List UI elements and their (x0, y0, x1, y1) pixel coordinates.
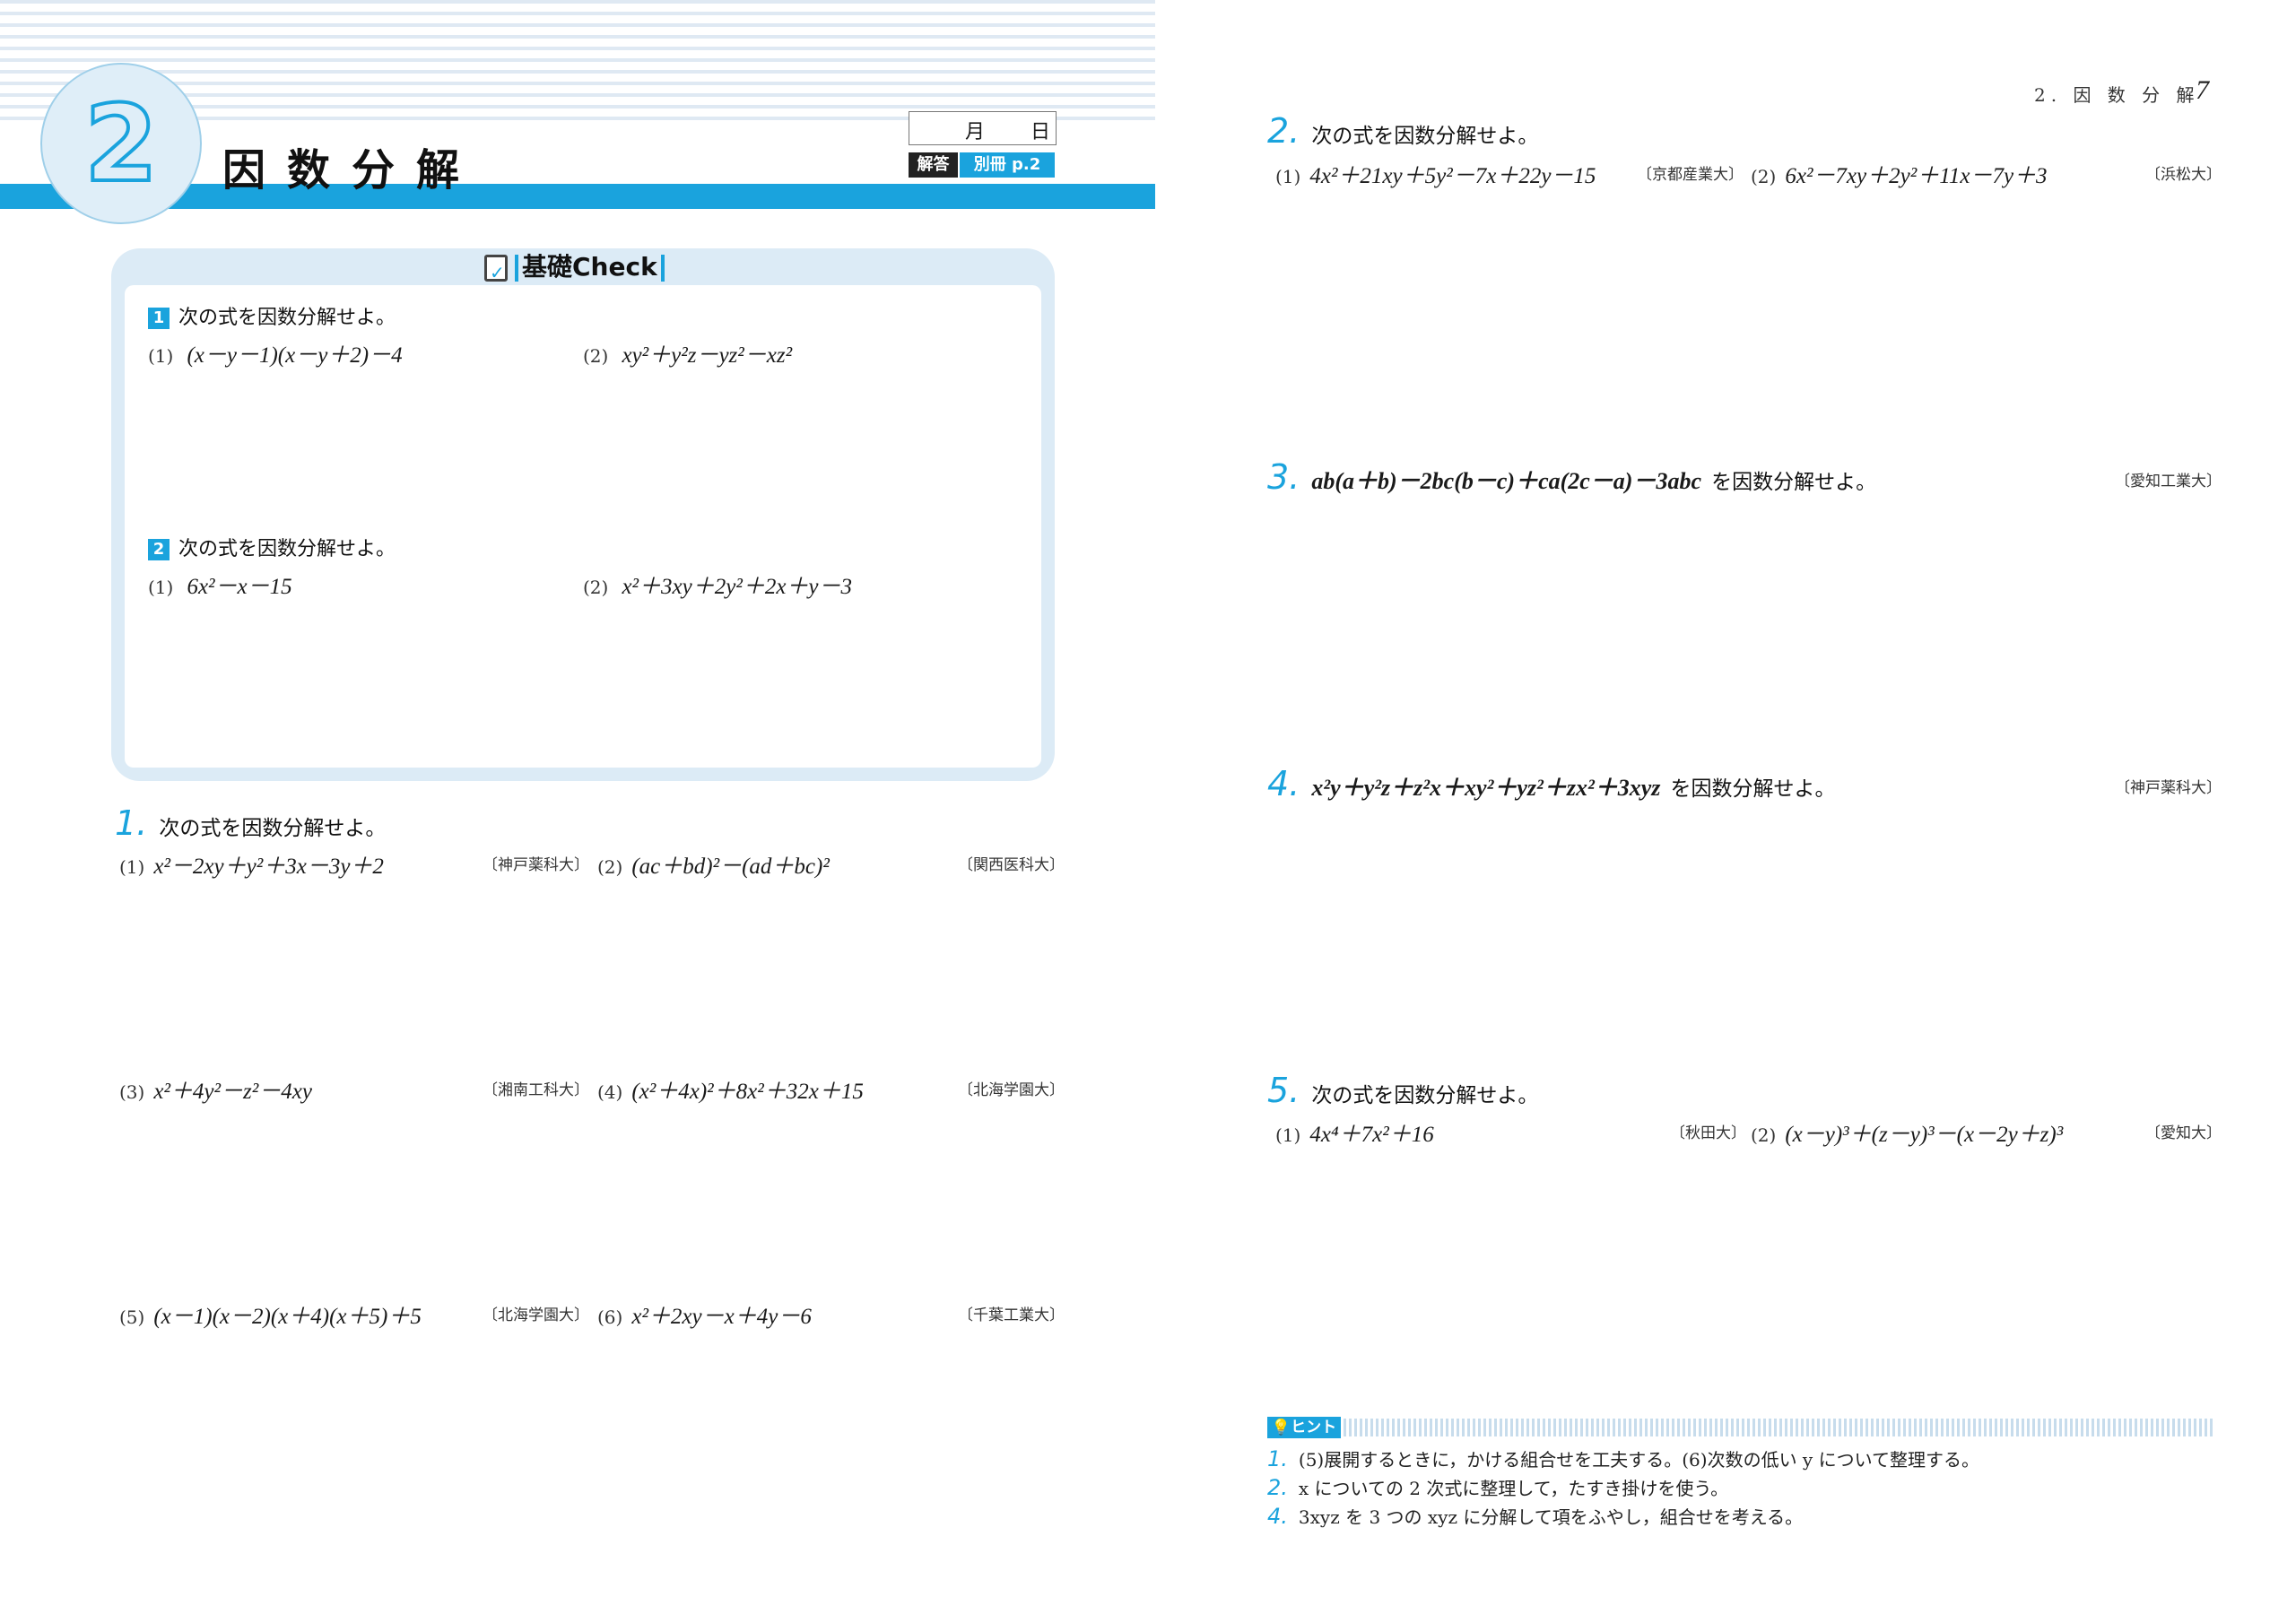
problem-2-item-1-source: 〔京都産業大〕 (1637, 166, 1744, 184)
answer-label: 解答 (909, 152, 958, 178)
problem-5-item-2-source: 〔愛知大〕 (2145, 1124, 2222, 1142)
check-q1-heading: 1 次の式を因数分解せよ。 (148, 301, 396, 330)
basic-check-title: 基礎Check (484, 249, 668, 291)
problem-1-heading: 1. 次の式を因数分解せよ。 (115, 803, 387, 843)
problem-5-item-1: (1) 4x⁴＋7x²＋16 (1275, 1123, 1434, 1147)
problem-1-item-1-source: 〔神戸薬科大〕 (483, 856, 589, 874)
chapter-title: 因数分解 (222, 145, 482, 195)
problem-4-number: 4. (1267, 764, 1300, 803)
clipboard-check-icon (484, 255, 508, 291)
check-q2-number: 2 (148, 539, 170, 560)
chapter-number: 2 (83, 80, 160, 207)
problem-3: 3. ab(a＋b)－2bc(b－c)＋ca(2c－a)－3abc を因数分解せ… (1267, 457, 1877, 497)
problem-2-item-1: (1) 4x²＋21xy＋5y²－7x＋22y－15 (1275, 164, 1596, 188)
problem-1-item-4-source: 〔北海学園大〕 (958, 1081, 1065, 1099)
problem-5-item-1-source: 〔秋田大〕 (1670, 1124, 1746, 1142)
check-q2-heading: 2 次の式を因数分解せよ。 (148, 533, 396, 561)
problem-5-heading: 5. 次の式を因数分解せよ。 (1267, 1071, 1539, 1110)
lightbulb-icon: 💡 (1271, 1419, 1292, 1436)
problem-1-item-2: (2) (ac＋bd)²－(ad＋bc)² (597, 855, 830, 879)
hint-label: 💡ヒント (1267, 1417, 1341, 1438)
problem-4: 4. x²y＋y²z＋z²x＋xy²＋yz²＋zx²＋3xyz を因数分解せよ。 (1267, 764, 1836, 803)
hint-line-3: 4. 3xyz を 3 つの xyz に分解して項をふやし，組合せを考える。 (1267, 1504, 1804, 1529)
running-head: 2. 因 数 分 解 (2034, 84, 2200, 106)
check-q1-item-2: (2) xy²＋y²z－yz²－xz² (583, 343, 793, 368)
check-q1-number: 1 (148, 308, 170, 329)
problem-1-item-1: (1) x²－2xy＋y²＋3x－3y＋2 (119, 855, 384, 879)
problem-1-item-6-source: 〔千葉工業大〕 (958, 1306, 1065, 1324)
date-box[interactable]: 月 日 (909, 111, 1057, 145)
problem-1-item-4: (4) (x²＋4x)²＋8x²＋32x＋15 (597, 1080, 864, 1104)
problem-1-item-6: (6) x²＋2xy－x＋4y－6 (597, 1305, 812, 1329)
check-q2-item-1: (1) 6x²－x－15 (148, 575, 292, 599)
problem-1-item-5-source: 〔北海学園大〕 (483, 1306, 589, 1324)
problem-3-source: 〔愛知工業大〕 (2115, 473, 2222, 490)
problem-1-item-3: (3) x²＋4y²－z²－4xy (119, 1080, 312, 1104)
problem-4-expr: x²y＋y²z＋z²x＋xy²＋yz²＋zx²＋3xyz (1311, 775, 1661, 801)
problem-5-item-2: (2) (x－y)³＋(z－y)³－(x－2y＋z)³ (1751, 1123, 2064, 1147)
problem-1-number: 1. (115, 803, 148, 843)
answer-ref[interactable]: 別冊 p.2 (960, 152, 1055, 178)
check-q2-item-2: (2) x²＋3xy＋2y²＋2x＋y－3 (583, 575, 853, 599)
problem-1-item-2-source: 〔関西医科大〕 (958, 856, 1065, 874)
problem-5-number: 5. (1267, 1071, 1300, 1110)
problem-3-number: 3. (1267, 457, 1300, 497)
page-number: 7 (2196, 75, 2209, 105)
problem-2-item-2-source: 〔浜松大〕 (2145, 166, 2222, 184)
problem-1-item-3-source: 〔湘南工科大〕 (483, 1081, 589, 1099)
problem-2-heading: 2. 次の式を因数分解せよ。 (1267, 111, 1539, 151)
hint-divider (1344, 1419, 2213, 1436)
problem-2-number: 2. (1267, 111, 1300, 151)
problem-3-expr: ab(a＋b)－2bc(b－c)＋ca(2c－a)－3abc (1311, 468, 1702, 494)
problem-4-source: 〔神戸薬科大〕 (2115, 779, 2222, 797)
hint-line-1: 1. (5)展開するときに，かける組合せを工夫する。(6)次数の低い y について… (1267, 1446, 1979, 1471)
date-month-label: 月 (965, 121, 986, 143)
date-day-label: 日 (1031, 121, 1051, 143)
check-q1-item-1: (1) (x－y－1)(x－y＋2)－4 (148, 343, 403, 368)
problem-2-item-2: (2) 6x²－7xy＋2y²＋11x－7y＋3 (1751, 164, 2048, 188)
hint-line-2: 2. x についての 2 次式に整理して，たすき掛けを使う。 (1267, 1475, 1729, 1500)
problem-1-item-5: (5) (x－1)(x－2)(x＋4)(x＋5)＋5 (119, 1305, 422, 1329)
